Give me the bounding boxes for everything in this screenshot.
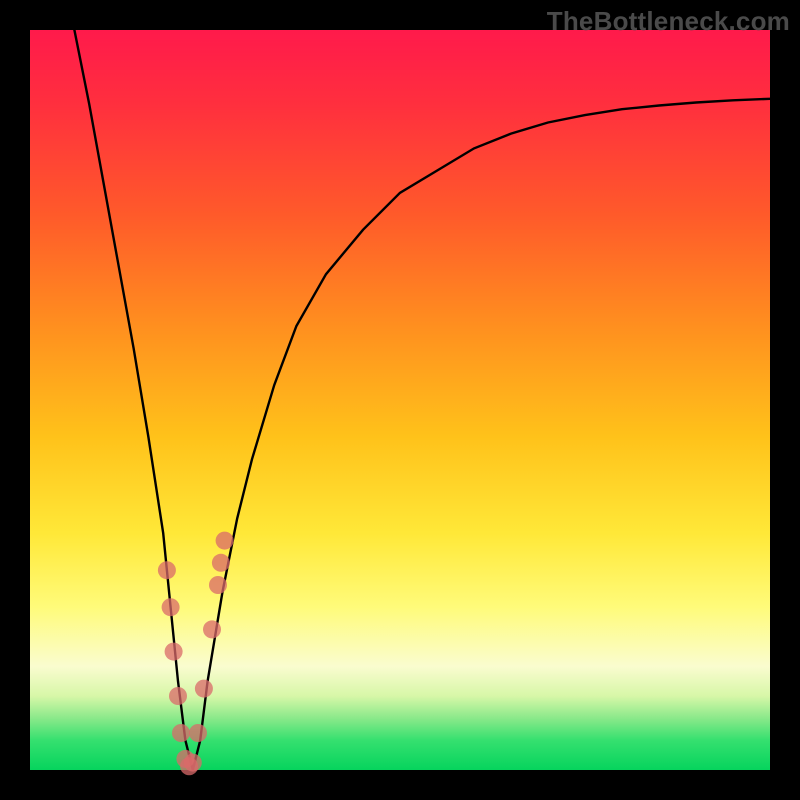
- highlighted-point: [162, 598, 180, 616]
- highlighted-point: [203, 620, 221, 638]
- highlighted-point: [189, 724, 207, 742]
- highlighted-point: [169, 687, 187, 705]
- chart-svg: [30, 30, 770, 770]
- highlighted-point: [216, 532, 234, 550]
- chart-plot-area: [30, 30, 770, 770]
- chart-frame: TheBottleneck.com: [0, 0, 800, 800]
- highlighted-points-group: [158, 532, 234, 776]
- watermark-text: TheBottleneck.com: [547, 6, 790, 37]
- highlighted-point: [195, 680, 213, 698]
- bottleneck-curve: [74, 30, 770, 770]
- highlighted-point: [184, 754, 202, 772]
- highlighted-point: [158, 561, 176, 579]
- highlighted-point: [212, 554, 230, 572]
- highlighted-point: [172, 724, 190, 742]
- highlighted-point: [165, 643, 183, 661]
- highlighted-point: [209, 576, 227, 594]
